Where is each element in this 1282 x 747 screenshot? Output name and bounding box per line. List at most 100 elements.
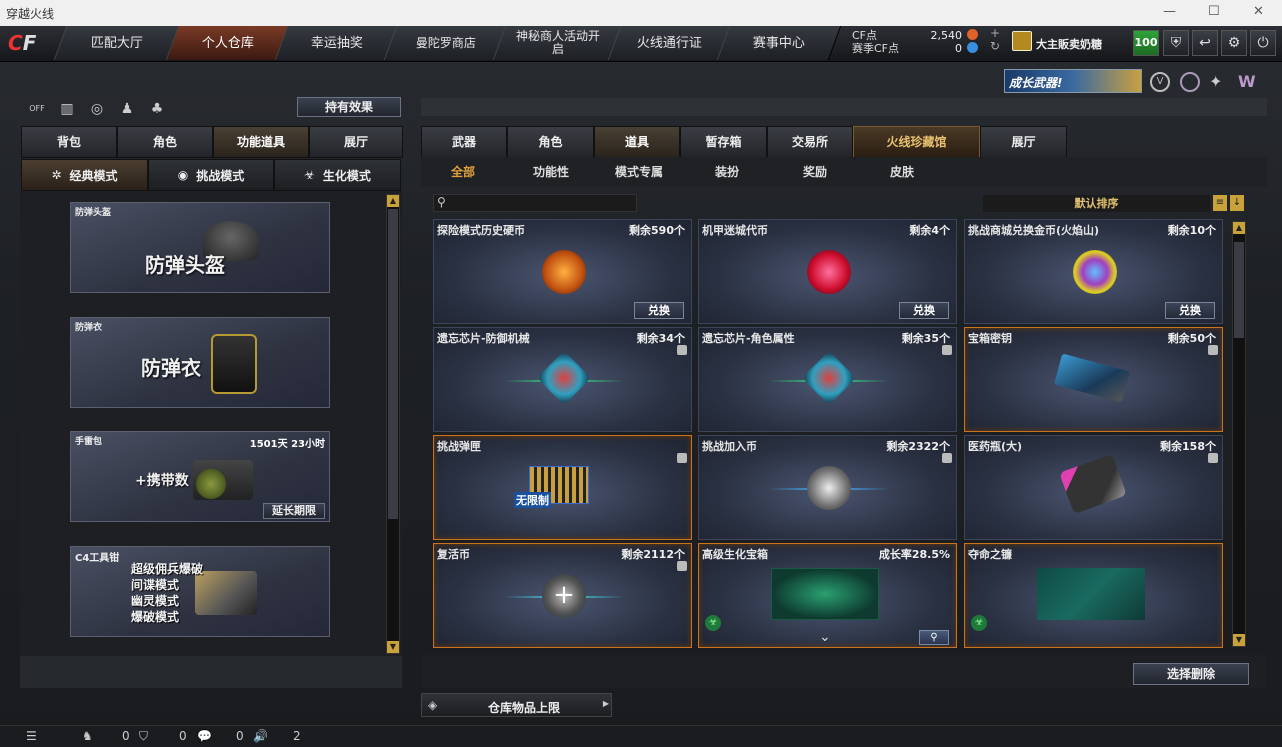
cycle-icon[interactable]: ◎ — [86, 98, 108, 120]
tab-character[interactable]: 角色 — [117, 126, 213, 158]
magnify-button[interactable]: ⚲ — [919, 630, 949, 645]
subtab-rewards[interactable]: 奖励 — [803, 163, 827, 180]
vest-card[interactable]: 防弹衣 防弹衣 — [70, 317, 330, 408]
item-name: 挑战弹匣 — [437, 440, 481, 453]
bag-icon[interactable]: ♣ — [146, 98, 168, 120]
tab-right-showroom[interactable]: 展厅 — [980, 126, 1067, 158]
grenade-card[interactable]: 手雷包 1501天 23小时 +携带数 延长期限 — [70, 431, 330, 522]
nav-battle-pass[interactable]: 火线通行证 — [607, 26, 733, 60]
return-icon[interactable]: ↩ — [1192, 30, 1218, 56]
list-icon[interactable]: ☰ — [26, 729, 37, 743]
gear-icon[interactable]: ⚙ — [1221, 30, 1247, 56]
nav-lucky-draw[interactable]: 幸运抽奖 — [274, 26, 400, 60]
power-icon[interactable]: ⏻ — [1250, 30, 1276, 56]
item-card[interactable]: 挑战加入币 剩余2322个 — [698, 435, 957, 540]
nav-mystery-merchant[interactable]: 神秘商人活动开启 — [492, 26, 624, 60]
nav-match-lobby[interactable]: 匹配大厅 — [53, 26, 182, 60]
subtab-all[interactable]: 全部 — [451, 163, 475, 180]
exchange-button[interactable]: 兑换 — [899, 302, 949, 319]
scroll-down-icon[interactable]: ▼ — [387, 641, 399, 653]
lock-icon — [942, 453, 952, 463]
item-card[interactable]: 挑战商城兑换金币(火焰山) 剩余10个 兑换 — [964, 219, 1223, 324]
exchange-button[interactable]: 兑换 — [634, 302, 684, 319]
item-qty: 剩余590个 — [629, 224, 685, 237]
helmet-card[interactable]: 防弹头盔 防弹头盔 — [70, 202, 330, 293]
subtab-skins[interactable]: 皮肤 — [890, 163, 914, 180]
exchange-button[interactable]: 兑换 — [1165, 302, 1215, 319]
tab-characters[interactable]: 角色 — [507, 126, 594, 158]
capacity-button[interactable]: ◈ 仓库物品上限 ▶ — [421, 693, 612, 717]
tab-storage[interactable]: 暂存箱 — [680, 126, 767, 158]
stats-icon[interactable]: ▥ — [56, 98, 78, 120]
minimize-icon[interactable]: — — [1163, 4, 1176, 19]
extend-button[interactable]: 延长期限 — [263, 503, 325, 519]
item-card[interactable]: 遗忘芯片-防御机械 剩余34个 — [433, 327, 692, 432]
speaker-icon[interactable]: 🔊 — [253, 729, 268, 743]
tab-exchange[interactable]: 交易所 — [767, 126, 853, 158]
shield-icon[interactable]: ⛨ — [1163, 30, 1189, 56]
friends-icon[interactable]: ♞ — [82, 729, 93, 743]
item-card[interactable]: 宝箱密钥 剩余50个 — [964, 327, 1223, 432]
right-scroll-thumb[interactable] — [1234, 242, 1244, 338]
sort-dropdown[interactable]: 默认排序 — [983, 195, 1210, 212]
refresh-icon[interactable]: ↻ — [990, 39, 1000, 53]
tab-items[interactable]: 道具 — [594, 126, 680, 158]
mode-classic[interactable]: ✲ 经典模式 — [21, 159, 148, 191]
w-logo-icon[interactable]: W — [1238, 72, 1258, 92]
item-card[interactable]: 机甲迷城代币 剩余4个 兑换 — [698, 219, 957, 324]
vest-title: 防弹衣 — [141, 356, 201, 380]
treasure-key-icon — [1054, 353, 1130, 403]
expand-chevron-icon[interactable]: ⌄ — [819, 629, 831, 645]
helmet-title: 防弹头盔 — [145, 253, 225, 277]
growth-weapon-banner[interactable]: 成长武器! — [1004, 69, 1142, 93]
scroll-up-icon[interactable]: ▲ — [1233, 222, 1245, 234]
effects-button[interactable]: 持有效果 — [297, 97, 401, 117]
tab-backpack[interactable]: 背包 — [21, 126, 117, 158]
nav-event-center[interactable]: 赛事中心 — [716, 26, 842, 60]
tab-showroom[interactable]: 展厅 — [309, 126, 403, 158]
subtab-mode-exclusive[interactable]: 模式专属 — [615, 163, 663, 180]
shield-status-icon[interactable]: ⛉ — [139, 729, 148, 744]
globe-icon[interactable] — [1180, 72, 1200, 92]
mode-challenge[interactable]: ◉ 挑战模式 — [148, 159, 274, 191]
sort-direction-icon[interactable]: ↓ — [1230, 195, 1244, 211]
list-view-icon[interactable]: ≡ — [1213, 195, 1227, 211]
item-card[interactable]: 高级生化宝箱 成长率28.5% ☣ ⌄ ⚲ — [698, 543, 957, 648]
close-icon[interactable]: ✕ — [1253, 4, 1264, 19]
gold-coin-icon — [1073, 250, 1117, 294]
item-card[interactable]: 夺命之镰 ☣ — [964, 543, 1223, 648]
add-cf-icon[interactable]: + — [990, 26, 1000, 40]
tab-function-items[interactable]: 功能道具 — [213, 126, 309, 158]
badge-v-icon[interactable]: V — [1150, 72, 1170, 92]
vest-caption: 防弹衣 — [75, 323, 103, 333]
nav-mandala-shop[interactable]: 曼陀罗商店 — [383, 26, 509, 60]
person-icon[interactable]: ♟ — [116, 98, 138, 120]
right-scrollbar[interactable]: ▲ ▼ — [1232, 221, 1246, 647]
lock-icon — [942, 345, 952, 355]
item-qty: 剩余10个 — [1167, 224, 1216, 237]
search-input[interactable]: ⚲ — [433, 194, 637, 212]
maximize-icon[interactable]: ☐ — [1208, 4, 1220, 19]
c4-pliers-card[interactable]: C4工具钳 超级佣兵爆破 间谍模式 幽灵模式 爆破模式 — [70, 546, 330, 637]
tab-weapons[interactable]: 武器 — [421, 126, 507, 158]
sword-icon[interactable]: ✦ — [1209, 72, 1229, 92]
tab-collection[interactable]: 火线珍藏馆 — [853, 126, 980, 158]
item-card[interactable]: 遗忘芯片-角色属性 剩余35个 — [698, 327, 957, 432]
chat-icon[interactable]: 💬 — [197, 729, 212, 743]
item-card[interactable]: 探险模式历史硬币 剩余590个 兑换 — [433, 219, 692, 324]
left-scroll-thumb[interactable] — [388, 209, 398, 519]
nav-personal-warehouse[interactable]: 个人仓库 — [165, 26, 291, 60]
scroll-down-icon[interactable]: ▼ — [1233, 634, 1245, 646]
toggle-off-icon[interactable]: OFF — [26, 98, 48, 120]
subtab-outfit[interactable]: 装扮 — [715, 163, 739, 180]
item-card[interactable]: 医药瓶(大) 剩余158个 — [964, 435, 1223, 540]
challenge-coin-icon — [807, 466, 851, 510]
delete-select-button[interactable]: 选择删除 — [1133, 663, 1249, 685]
item-name: 宝箱密钥 — [968, 332, 1012, 345]
left-scrollbar[interactable]: ▲ ▼ — [386, 194, 400, 654]
scroll-up-icon[interactable]: ▲ — [387, 195, 399, 207]
item-card[interactable]: 挑战弹匣 无限制 — [433, 435, 692, 540]
item-card[interactable]: 复活币 剩余2112个 + — [433, 543, 692, 648]
mode-zombie[interactable]: ☣ 生化模式 — [274, 159, 401, 191]
subtab-functional[interactable]: 功能性 — [533, 163, 569, 180]
